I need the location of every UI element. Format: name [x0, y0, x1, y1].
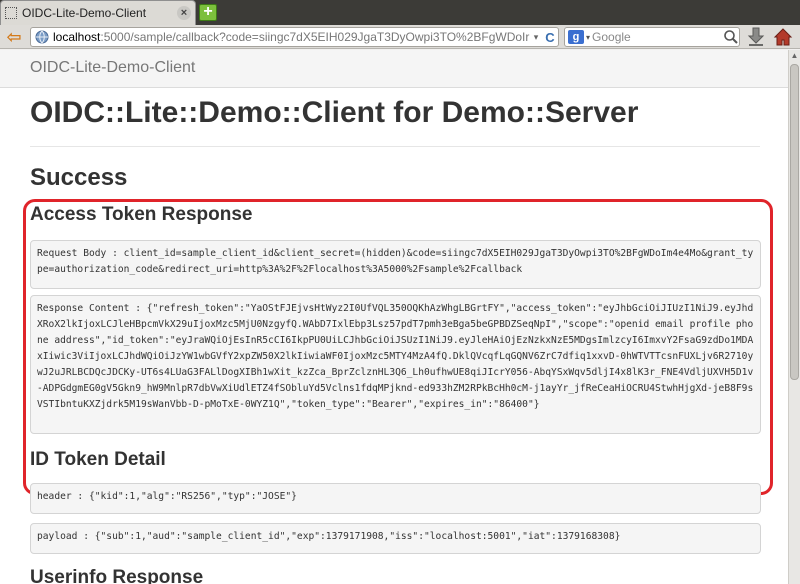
tab-title: OIDC-Lite-Demo-Client — [22, 6, 147, 20]
navigation-toolbar: ⇦ localhost:5000/sample/callback?code=si… — [0, 25, 800, 49]
search-engine-dropdown[interactable]: ▾ — [586, 33, 590, 42]
search-bar[interactable]: g ▾ Google — [564, 27, 740, 47]
id-token-heading: ID Token Detail — [30, 449, 166, 470]
url-bar[interactable]: localhost:5000/sample/callback?code=siin… — [30, 27, 559, 47]
vertical-scrollbar[interactable]: ▲ — [788, 50, 800, 584]
userinfo-heading: Userinfo Response — [30, 567, 204, 584]
search-icon[interactable] — [723, 29, 739, 45]
page-viewport: OIDC-Lite-Demo-Client OIDC::Lite::Demo::… — [0, 50, 788, 584]
site-globe-icon[interactable] — [34, 29, 50, 45]
url-text[interactable]: localhost:5000/sample/callback?code=siin… — [53, 30, 530, 44]
url-host: localhost — [53, 30, 101, 44]
status-heading: Success — [30, 164, 128, 191]
request-body-block: Request Body : client_id=sample_client_i… — [30, 240, 761, 289]
plus-icon[interactable]: + — [199, 4, 217, 21]
scroll-thumb[interactable] — [790, 64, 799, 380]
page-title: OIDC::Lite::Demo::Client for Demo::Serve… — [30, 96, 639, 129]
top-navbar: OIDC-Lite-Demo-Client — [0, 50, 788, 88]
response-content-block: Response Content : {"refresh_token":"YaO… — [30, 295, 761, 434]
back-arrow-icon[interactable]: ⇦ — [3, 27, 25, 47]
scroll-up-icon[interactable]: ▲ — [789, 50, 800, 62]
home-icon[interactable] — [772, 26, 794, 48]
google-icon[interactable]: g — [568, 30, 584, 44]
chevron-down-icon[interactable]: ▾ — [530, 32, 542, 43]
url-path: :5000/sample/callback?code=siingc7dX5EIH… — [100, 30, 530, 44]
tab-strip: OIDC-Lite-Demo-Client × + — [0, 0, 800, 25]
title-divider — [30, 146, 760, 147]
download-icon[interactable] — [746, 26, 766, 48]
brand-link[interactable]: OIDC-Lite-Demo-Client — [30, 59, 195, 77]
header-block: header : {"kid":1,"alg":"RS256","typ":"J… — [30, 483, 761, 514]
search-input[interactable]: Google — [592, 30, 723, 44]
browser-tab[interactable]: OIDC-Lite-Demo-Client × — [0, 0, 196, 25]
page-favicon-icon — [5, 7, 17, 19]
reload-icon[interactable]: C — [542, 30, 558, 45]
close-icon[interactable]: × — [177, 6, 191, 20]
payload-block: payload : {"sub":1,"aud":"sample_client_… — [30, 523, 761, 554]
access-token-heading: Access Token Response — [30, 204, 253, 225]
